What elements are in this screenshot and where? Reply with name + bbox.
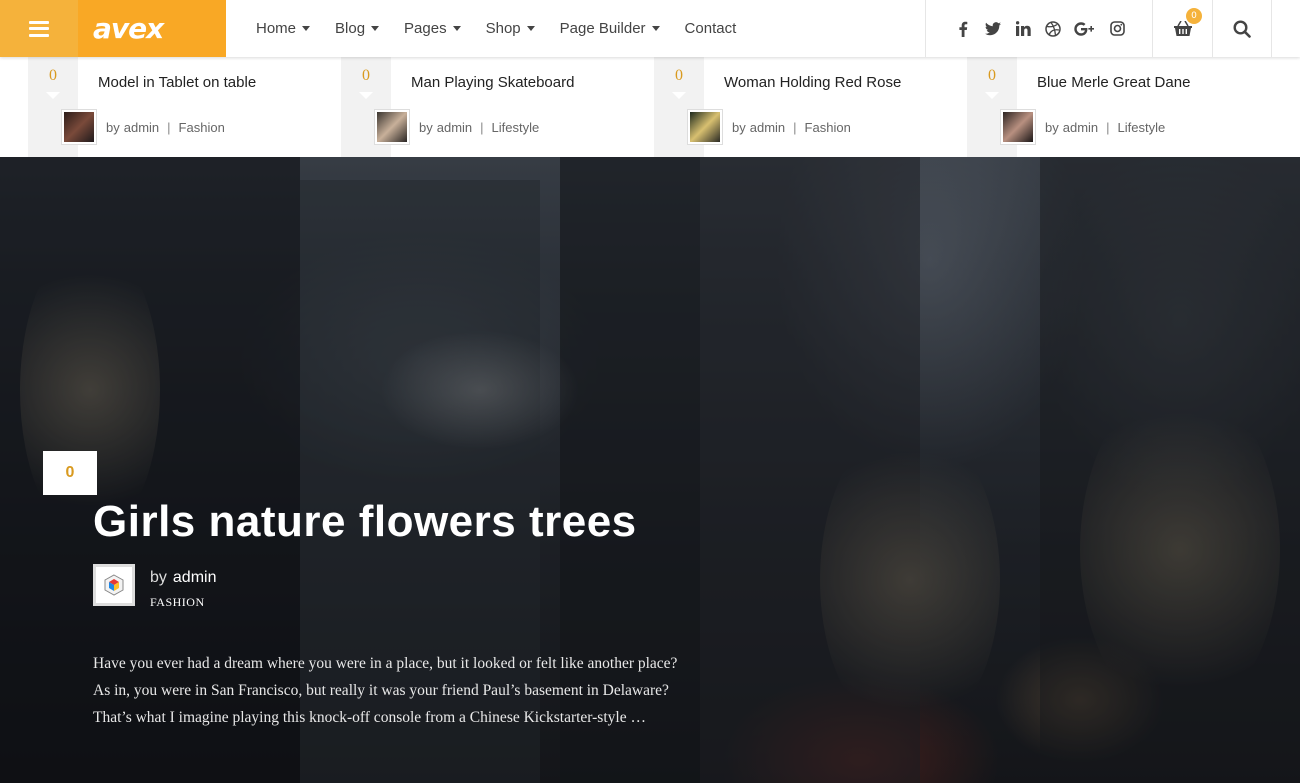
caret-down-icon xyxy=(302,26,311,31)
post-excerpt: Have you ever had a dream where you were… xyxy=(93,655,678,726)
author-link[interactable]: admin xyxy=(124,120,159,135)
site-logo: avex xyxy=(93,12,164,45)
category-link[interactable]: Fashion xyxy=(805,120,851,135)
related-post-card: 0 Model in Tablet on table by admin | Fa… xyxy=(0,57,313,157)
google-plus-icon[interactable] xyxy=(1073,19,1097,39)
nav-item-contact[interactable]: Contact xyxy=(685,20,737,37)
facebook-icon[interactable] xyxy=(953,19,973,39)
post-meta: by admin | Lifestyle xyxy=(375,110,543,144)
related-post-card: 0 Woman Holding Red Rose by admin | Fash… xyxy=(626,57,939,157)
avatar xyxy=(1001,110,1035,144)
menu-toggle-button[interactable] xyxy=(0,0,78,57)
main-nav: Home Blog Pages Shop Page Builder Contac… xyxy=(226,0,925,57)
nav-item-home[interactable]: Home xyxy=(256,20,311,37)
nav-item-blog[interactable]: Blog xyxy=(335,20,380,37)
site-header: avex Home Blog Pages Shop Page Builder C… xyxy=(0,0,1300,57)
author-link[interactable]: admin xyxy=(173,569,217,586)
caret-down-icon xyxy=(452,26,461,31)
nav-item-pages[interactable]: Pages xyxy=(404,20,461,37)
related-posts-strip: 0 Model in Tablet on table by admin | Fa… xyxy=(0,57,1300,157)
twitter-icon[interactable] xyxy=(983,19,1003,39)
category-link[interactable]: Lifestyle xyxy=(1118,120,1166,135)
related-post-card: 0 Man Playing Skateboard by admin | Life… xyxy=(313,57,626,157)
basket-icon xyxy=(1173,20,1192,36)
cube-logo-icon xyxy=(104,574,124,596)
related-post-title[interactable]: Woman Holding Red Rose xyxy=(724,74,901,91)
nav-item-shop[interactable]: Shop xyxy=(486,20,535,37)
logo-link[interactable]: avex xyxy=(78,0,226,57)
author-link[interactable]: admin xyxy=(1063,120,1098,135)
post-meta: by admin | Lifestyle xyxy=(1001,110,1169,144)
instagram-icon[interactable] xyxy=(1107,19,1127,39)
social-links xyxy=(925,0,1152,57)
cart-button[interactable]: 0 xyxy=(1152,0,1212,57)
related-post-title[interactable]: Model in Tablet on table xyxy=(98,74,256,91)
author-link[interactable]: admin xyxy=(437,120,472,135)
dribbble-icon[interactable] xyxy=(1043,19,1063,39)
category-link[interactable]: Lifestyle xyxy=(492,120,540,135)
author-link[interactable]: admin xyxy=(750,120,785,135)
post-meta: by admin | Fashion xyxy=(62,110,229,144)
related-post-title[interactable]: Blue Merle Great Dane xyxy=(1037,74,1190,91)
post-meta: by admin | Fashion xyxy=(688,110,855,144)
comment-count-badge: 0 xyxy=(43,451,97,495)
category-link[interactable]: Fashion xyxy=(179,120,225,135)
avatar xyxy=(375,110,409,144)
caret-down-icon xyxy=(371,26,380,31)
nav-item-page-builder[interactable]: Page Builder xyxy=(560,20,660,37)
caret-down-icon xyxy=(526,26,535,31)
search-button[interactable] xyxy=(1212,0,1272,57)
search-icon xyxy=(1233,19,1251,38)
author-line: by admin xyxy=(150,569,217,586)
featured-post-title[interactable]: Girls nature flowers trees xyxy=(93,497,637,547)
avatar xyxy=(688,110,722,144)
related-post-title[interactable]: Man Playing Skateboard xyxy=(411,74,574,91)
cart-count-badge: 0 xyxy=(1186,8,1202,24)
related-post-card: 0 Blue Merle Great Dane by admin | Lifes… xyxy=(939,57,1252,157)
category-link[interactable]: FASHION xyxy=(150,595,205,610)
caret-down-icon xyxy=(651,26,660,31)
linkedin-icon[interactable] xyxy=(1013,19,1033,39)
hamburger-icon xyxy=(29,20,49,37)
avatar xyxy=(62,110,96,144)
author-avatar xyxy=(93,564,135,606)
